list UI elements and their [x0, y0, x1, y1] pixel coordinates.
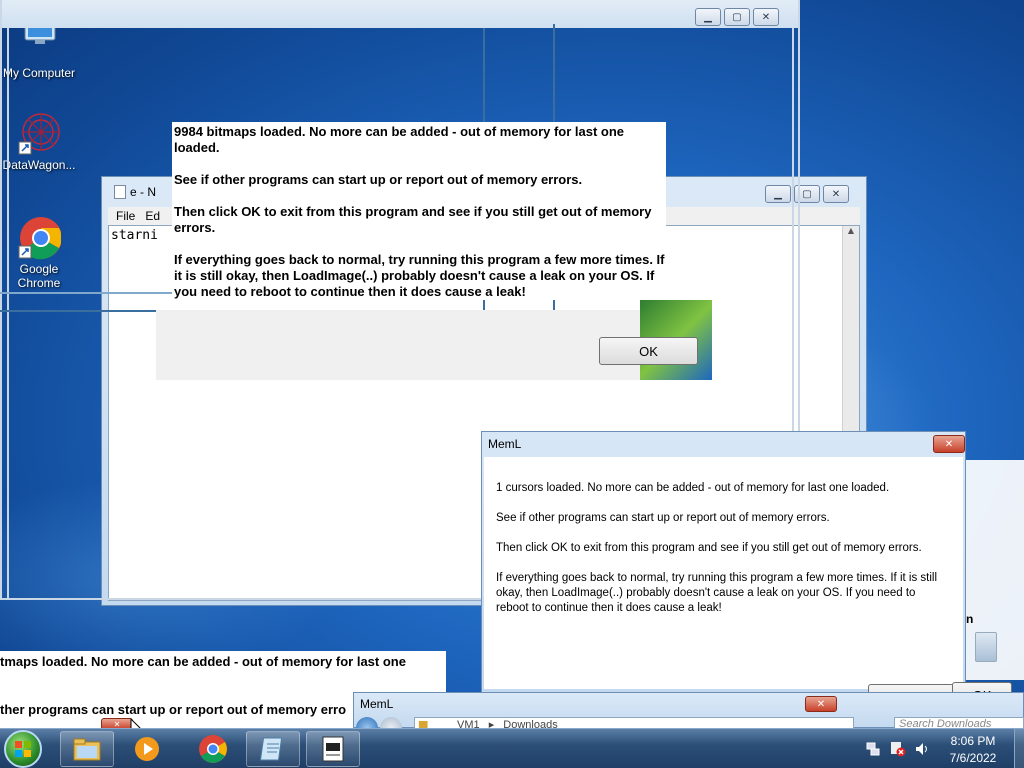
side-fragment-text: n	[966, 612, 974, 626]
big-dialog-body: 9984 bitmaps loaded. No more can be adde…	[172, 122, 666, 300]
meml-message-4: If everything goes back to normal, try r…	[496, 572, 938, 614]
stray-line	[0, 292, 180, 294]
network-icon[interactable]	[866, 741, 880, 756]
close-icon: ✕	[816, 698, 826, 710]
clock-date[interactable]: 7/6/2022	[938, 751, 1008, 765]
application-icon	[322, 736, 344, 762]
meml-close-button[interactable]: ✕	[933, 435, 965, 453]
notepad-icon	[259, 737, 283, 761]
explorer-window: MemL ✕ ▆ VM1 ▸ Downloads Search Download…	[353, 692, 1024, 729]
scroll-up-icon: ▲	[847, 226, 855, 235]
maximize-icon: ▢	[802, 188, 812, 200]
taskbar: 8:06 PM 7/6/2022	[0, 728, 1024, 768]
close-button[interactable]: ✕	[823, 185, 849, 203]
taskbar-meml[interactable]	[306, 731, 360, 767]
taskbar-explorer[interactable]	[60, 731, 114, 767]
close-icon: ✕	[831, 188, 841, 200]
close-button[interactable]: ✕	[753, 8, 779, 26]
show-desktop-button[interactable]	[1014, 729, 1024, 768]
maximize-icon: ▢	[732, 11, 742, 23]
windows-logo-icon	[15, 741, 31, 757]
meml-message-1: 1 cursors loaded. No more can be added -…	[496, 482, 890, 494]
recycle-bin-icon[interactable]	[975, 632, 997, 662]
desktop: My Computer DataWagon... Google Chrome e…	[0, 0, 1024, 768]
meml-message-2: See if other programs can start up or re…	[496, 512, 830, 524]
action-center-warning-icon[interactable]	[890, 741, 906, 757]
volume-icon[interactable]	[914, 741, 930, 757]
taskbar-chrome[interactable]	[186, 731, 240, 767]
close-icon: ✕	[761, 11, 771, 23]
chrome-icon	[199, 735, 227, 763]
taskbar-media-player[interactable]	[120, 731, 174, 767]
meml-message-3: Then click OK to exit from this program …	[496, 542, 922, 554]
large-window-caption-buttons: ▁ ▢ ✕	[692, 8, 779, 26]
big-dialog-ok-button[interactable]: OK	[599, 337, 698, 365]
taskbar-notepad[interactable]	[246, 731, 300, 767]
explorer-title: MemL	[360, 697, 394, 711]
explorer-close-button[interactable]: ✕	[805, 696, 837, 712]
minimize-button[interactable]: ▁	[695, 8, 721, 26]
media-player-icon	[135, 737, 159, 761]
meml-dialog-title: MemL	[488, 437, 522, 451]
meml-dialog: MemL ✕ 1 cursors loaded. No more can be …	[481, 431, 966, 693]
start-button[interactable]	[4, 730, 42, 768]
big-dialog-message: 9984 bitmaps loaded. No more can be adde…	[174, 124, 665, 299]
large-window-titlebar	[2, 0, 798, 28]
minimize-icon: ▁	[704, 11, 712, 23]
meml-dialog-body: 1 cursors loaded. No more can be added -…	[484, 457, 963, 689]
frame-edge	[7, 28, 9, 598]
folder-icon	[73, 738, 101, 761]
maximize-button[interactable]: ▢	[724, 8, 750, 26]
close-icon: ✕	[944, 438, 954, 450]
bottom-fragment-line-1: tmaps loaded. No more can be added - out…	[0, 654, 406, 669]
explorer-address-row: ▆ VM1 ▸ Downloads Search Downloads	[354, 715, 1024, 729]
clock-time[interactable]: 8:06 PM	[938, 734, 1008, 748]
